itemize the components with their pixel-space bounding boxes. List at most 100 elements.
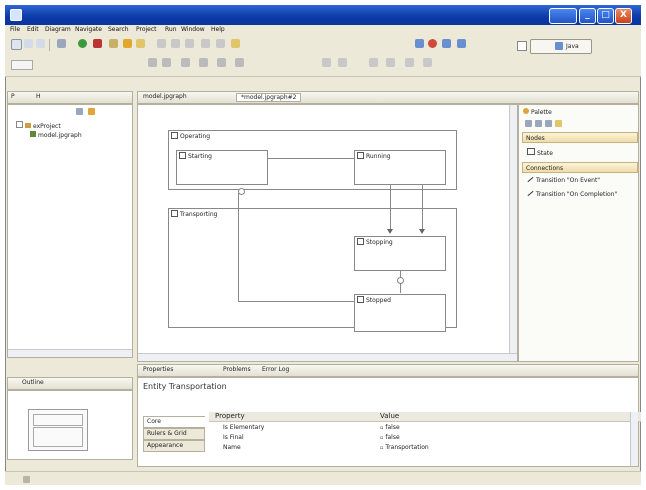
transition-handle[interactable] [397, 277, 404, 284]
transition-running-stopping-a[interactable] [390, 185, 391, 231]
search-icon[interactable] [136, 39, 145, 48]
zoom-out-tool-icon[interactable] [545, 120, 552, 127]
new-java-project-icon[interactable] [109, 39, 118, 48]
perspective-switcher[interactable]: Java [530, 39, 592, 54]
canvas-hscrollbar[interactable] [138, 353, 517, 361]
outline-title[interactable]: Outline [22, 379, 44, 386]
forward-icon[interactable] [185, 39, 194, 48]
transition-handle[interactable] [238, 188, 245, 195]
transition-running-stopping-b[interactable] [422, 185, 423, 231]
property-value[interactable]: ▫ Transportation [380, 444, 429, 451]
fill-color-icon[interactable] [181, 58, 190, 67]
title-bar: _ □ X [5, 5, 641, 25]
state-stopped[interactable]: Stopped [354, 294, 446, 332]
canvas-vscrollbar[interactable] [509, 105, 517, 353]
stop-icon[interactable] [428, 39, 437, 48]
menu-run[interactable]: Run [165, 26, 177, 33]
table-row[interactable]: Is Elementary ▫ false [209, 424, 641, 433]
side-tab-rulers-grid[interactable]: Rulers & Grid [143, 428, 205, 440]
operating-label: Operating [171, 132, 210, 140]
palette-drawer-nodes[interactable]: Nodes [522, 132, 638, 143]
select-icon[interactable] [369, 58, 378, 67]
tab-properties[interactable]: Properties [143, 366, 173, 373]
palette-transition-event[interactable]: Transition "On Event" [527, 176, 600, 184]
save-icon[interactable] [24, 39, 33, 48]
nav2-icon[interactable] [216, 39, 225, 48]
zoom-icon[interactable] [415, 39, 424, 48]
menu-project[interactable]: Project [136, 26, 157, 33]
refresh-icon[interactable] [442, 39, 451, 48]
outline-thumbnail[interactable] [28, 409, 88, 451]
link-editor-icon[interactable] [88, 108, 95, 115]
line-style-icon[interactable] [217, 58, 226, 67]
highlight-icon[interactable] [231, 39, 240, 48]
zoom-in-tool-icon[interactable] [535, 120, 542, 127]
tab-problems[interactable]: Problems [223, 366, 251, 373]
snap-icon[interactable] [405, 58, 414, 67]
expand-icon[interactable] [16, 121, 23, 128]
tab-package-explorer[interactable]: P [11, 93, 15, 100]
state-running[interactable]: Running [354, 150, 446, 185]
arrange-icon[interactable] [338, 58, 347, 67]
print-icon[interactable] [36, 39, 45, 48]
line-color-icon[interactable] [199, 58, 208, 67]
value-icon: ▫ [380, 435, 384, 441]
menu-file[interactable]: File [10, 26, 20, 33]
open-perspective-icon[interactable] [517, 41, 527, 51]
debug-icon[interactable] [57, 39, 66, 48]
zoom-combo-icon[interactable] [386, 58, 395, 67]
window-extra-button[interactable] [549, 8, 577, 24]
side-tab-core[interactable]: Core [143, 416, 205, 428]
nav-icon[interactable] [201, 39, 210, 48]
menu-edit[interactable]: Edit [27, 26, 39, 33]
close-button[interactable]: X [615, 8, 632, 24]
diagram-canvas[interactable]: Operating Starting Running Transporting … [137, 104, 518, 362]
menu-search[interactable]: Search [108, 26, 129, 33]
tab-hierarchy[interactable]: H [36, 93, 41, 100]
palette-drawer-connections[interactable]: Connections [522, 162, 638, 173]
select-tool-icon[interactable] [525, 120, 532, 127]
properties-vscrollbar[interactable] [630, 412, 638, 466]
menu-navigate[interactable]: Navigate [75, 26, 102, 33]
table-row[interactable]: Name ▫ Transportation [209, 444, 641, 453]
sync-icon[interactable] [457, 39, 466, 48]
annotation-icon[interactable] [157, 39, 166, 48]
collapse-all-icon[interactable] [76, 108, 83, 115]
side-tab-appearance[interactable]: Appearance [143, 440, 205, 452]
stopping-label: Stopping [357, 238, 393, 246]
menu-help[interactable]: Help [211, 26, 225, 33]
font-combo[interactable] [11, 60, 33, 70]
tree-file-node[interactable]: model.jpgraph [30, 131, 82, 139]
align-icon[interactable] [322, 58, 331, 67]
palette-state-tool[interactable]: State [527, 148, 553, 157]
font-italic-icon[interactable] [162, 58, 171, 67]
run-icon[interactable] [78, 39, 87, 48]
minimize-button[interactable]: _ [579, 8, 596, 24]
table-row[interactable]: Is Final ▫ false [209, 434, 641, 443]
palette-title: Palette [531, 109, 552, 116]
maximize-button[interactable]: □ [597, 8, 614, 24]
transition-starting-stopped-h[interactable] [238, 301, 354, 302]
new-icon[interactable] [11, 39, 22, 50]
state-stopping[interactable]: Stopping [354, 236, 446, 271]
grid-icon[interactable] [423, 58, 432, 67]
tab-error-log[interactable]: Error Log [262, 366, 289, 373]
arrow-style-icon[interactable] [235, 58, 244, 67]
open-type-icon[interactable] [123, 39, 132, 48]
back-icon[interactable] [171, 39, 180, 48]
explorer-hscrollbar[interactable] [8, 349, 132, 357]
note-tool-icon[interactable] [555, 120, 562, 127]
property-value[interactable]: ▫ false [380, 434, 400, 441]
editor-tab-model[interactable]: model.jpgraph [143, 93, 187, 100]
state-starting[interactable]: Starting [176, 150, 268, 185]
editor-tab-model2[interactable]: *model.jpgraph#2 [236, 93, 302, 102]
menu-diagram[interactable]: Diagram [45, 26, 71, 33]
font-bold-icon[interactable] [148, 58, 157, 67]
transition-start-run[interactable] [268, 158, 354, 159]
property-value[interactable]: ▫ false [380, 424, 400, 431]
menu-window[interactable]: Window [181, 26, 205, 33]
palette-transition-completion[interactable]: Transition "On Completion" [527, 190, 617, 198]
tree-project-node[interactable]: exProject [16, 121, 61, 130]
external-tools-icon[interactable] [93, 39, 102, 48]
transition-starting-stopped-v[interactable] [238, 193, 239, 301]
